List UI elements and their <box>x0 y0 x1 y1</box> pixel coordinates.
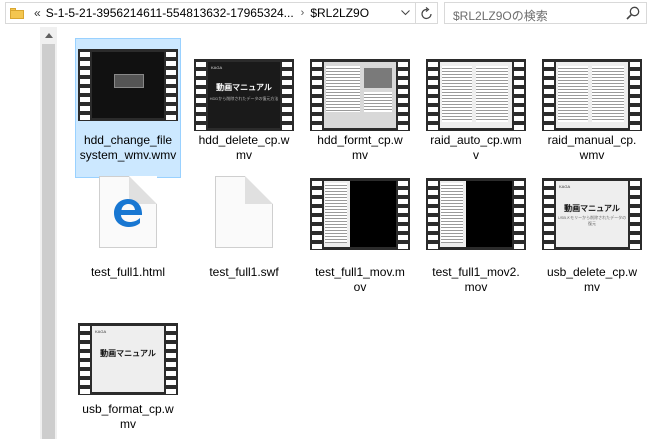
video-thumbnail-icon <box>78 49 178 121</box>
video-thumbnail-icon <box>310 178 410 250</box>
refresh-icon[interactable] <box>415 2 437 24</box>
file-item-raid-manual[interactable]: raid_manual_cp. wmv <box>539 38 645 178</box>
address-bar[interactable]: « S-1-5-21-3956214611-554813632-17965324… <box>5 2 438 24</box>
file-item-hdd-delete[interactable]: KAGA 動画マニュアル HDDから削除されたデータの復元方法 hdd_delete… <box>191 38 297 178</box>
breadcrumb-overflow[interactable]: « <box>34 6 41 20</box>
search-icon[interactable] <box>626 6 640 20</box>
video-thumbnail-icon: KAGA 動画マニュアル <box>78 323 178 395</box>
video-thumbnail-icon: KAGA 動画マニュアル HDDから削除されたデータの復元方法 <box>194 59 294 131</box>
toolbar: « S-1-5-21-3956214611-554813632-17965324… <box>0 0 657 27</box>
file-item-hdd-change-filesystem[interactable]: hdd_change_file system_wmv.wmv <box>75 38 181 178</box>
file-item-hdd-formt[interactable]: hdd_formt_cp.w mv <box>307 38 413 178</box>
file-name-label: test_full1_mov2. mov <box>432 265 520 294</box>
file-name-label: usb_delete_cp.w mv <box>546 265 638 294</box>
scroll-up-arrow-icon[interactable] <box>40 27 57 44</box>
html-file-icon <box>99 176 157 248</box>
edge-logo-icon <box>114 199 143 227</box>
file-item-test-full1-mov[interactable]: test_full1_mov.m ov <box>307 172 413 312</box>
file-name-label: hdd_change_file system_wmv.wmv <box>79 133 177 162</box>
video-thumbnail-icon <box>310 59 410 131</box>
file-name-label: test_full1.swf <box>209 265 279 279</box>
file-name-label: hdd_delete_cp.w mv <box>198 133 290 162</box>
breadcrumb-separator[interactable]: › <box>301 7 305 19</box>
file-item-test-full1-html[interactable]: test_full1.html <box>75 172 181 312</box>
file-name-label: test_full1_mov.m ov <box>315 265 405 294</box>
file-name-label: usb_format_cp.w mv <box>82 402 174 431</box>
search-box[interactable]: $RL2LZ9Oの検索 <box>444 2 647 24</box>
search-input[interactable]: $RL2LZ9Oの検索 <box>453 7 548 24</box>
chevron-down-icon[interactable] <box>397 5 413 21</box>
file-item-test-full1-mov2[interactable]: test_full1_mov2. mov <box>423 172 529 312</box>
video-thumbnail-icon: KAGA 動画マニュアル USBメモリーから削除されたデータの復元 <box>542 178 642 250</box>
file-item-raid-auto[interactable]: raid_auto_cp.wm v <box>423 38 529 178</box>
file-name-label: raid_manual_cp. wmv <box>547 133 637 162</box>
breadcrumb-path[interactable]: S-1-5-21-3956214611-554813632-17965324..… <box>46 6 294 20</box>
video-thumbnail-icon <box>426 178 526 250</box>
file-item-test-full1-swf[interactable]: test_full1.swf <box>191 172 297 312</box>
file-name-label: hdd_formt_cp.w mv <box>317 133 403 162</box>
vertical-scrollbar[interactable] <box>40 27 57 439</box>
blank-file-icon <box>215 176 273 248</box>
video-thumbnail-icon <box>542 59 642 131</box>
folder-icon <box>10 7 24 19</box>
navigation-pane[interactable] <box>0 27 40 439</box>
breadcrumb-current[interactable]: $RL2LZ9O <box>310 6 369 20</box>
file-item-usb-delete[interactable]: KAGA 動画マニュアル USBメモリーから削除されたデータの復元 usb_dele… <box>539 172 645 312</box>
video-thumbnail-icon <box>426 59 526 131</box>
file-name-label: raid_auto_cp.wm v <box>430 133 522 162</box>
scrollbar-thumb[interactable] <box>42 44 55 439</box>
file-item-usb-format[interactable]: KAGA 動画マニュアル usb_format_cp.w mv <box>75 297 181 437</box>
file-name-label: test_full1.html <box>90 265 166 279</box>
file-view: hdd_change_file system_wmv.wmv KAGA 動画マニュア… <box>0 27 657 439</box>
